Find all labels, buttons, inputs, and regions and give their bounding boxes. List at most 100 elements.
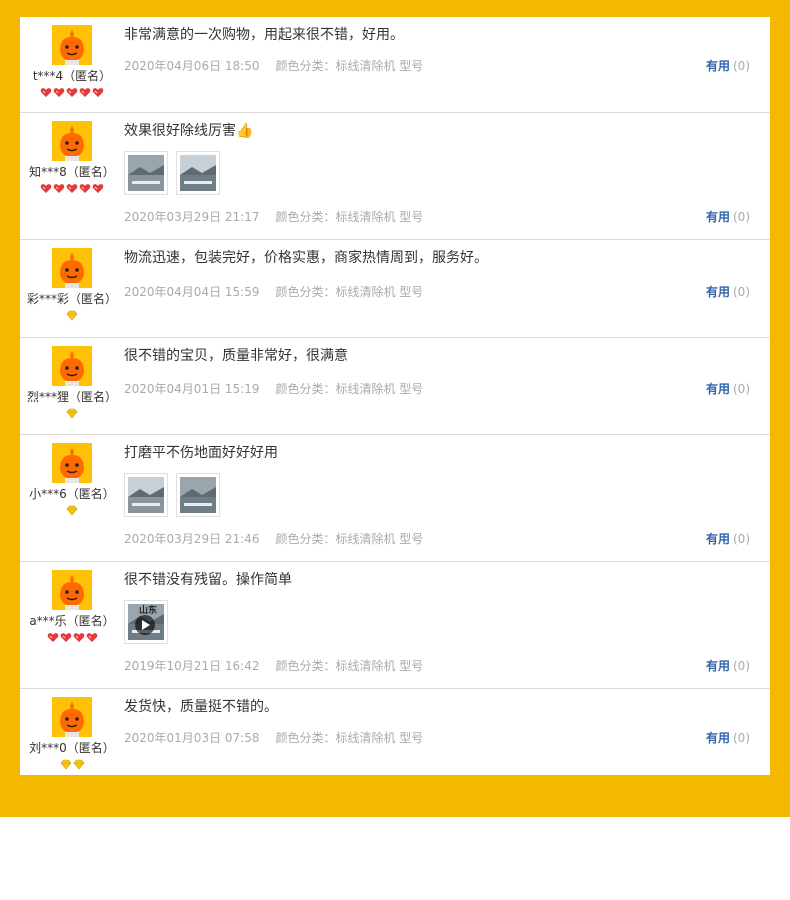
review-content: 非常满意的一次购物，用起来很不错，好用。: [124, 25, 750, 45]
avatar-icon: [52, 248, 92, 288]
review-sku: 颜色分类：标线清除机 型号: [275, 59, 424, 73]
useful-count: (0): [733, 659, 750, 673]
useful-button[interactable]: 有用 (0): [706, 729, 750, 746]
reviewer: 烈***狸（匿名）: [20, 346, 124, 420]
review-sku: 颜色分类：标线清除机 型号: [275, 659, 424, 673]
red-heart-icon: [60, 632, 72, 643]
reviewer-name: 彩***彩（匿名）: [26, 292, 117, 306]
review-item: 知***8（匿名） 效果很好除线厉害👍 2020年03月29日 21:17 颜色分类：…: [20, 113, 770, 240]
review-meta: 2020年04月06日 18:50 颜色分类：标线清除机 型号: [124, 57, 423, 74]
avatar-icon: [52, 697, 92, 737]
avatar[interactable]: [52, 443, 92, 483]
useful-button[interactable]: 有用 (0): [706, 530, 750, 547]
useful-button[interactable]: 有用 (0): [706, 283, 750, 300]
review-date: 2020年01月03日 07:58: [124, 731, 260, 745]
reviewer-name: 烈***狸（匿名）: [26, 390, 117, 404]
red-heart-icon: [53, 183, 65, 194]
review-date: 2020年03月29日 21:17: [124, 210, 260, 224]
avatar[interactable]: [52, 697, 92, 737]
useful-label: 有用: [705, 532, 730, 546]
red-heart-icon: [79, 87, 91, 98]
reviewer-name: 知***8（匿名）: [29, 165, 115, 179]
review-text: 打磨平不伤地面好好好用: [124, 445, 278, 461]
avatar[interactable]: [52, 346, 92, 386]
video-tag: 山东: [139, 606, 158, 616]
red-heart-icon: [47, 632, 59, 643]
avatar[interactable]: [52, 121, 92, 161]
useful-label: 有用: [705, 285, 730, 299]
useful-count: (0): [733, 210, 750, 224]
reviewer-level: [20, 183, 124, 195]
red-heart-icon: [92, 183, 104, 194]
review-photo-thumb[interactable]: [124, 151, 168, 195]
review-content: 发货快，质量挺不错的。: [124, 697, 750, 717]
review-sku: 颜色分类：标线清除机 型号: [275, 210, 424, 224]
yellow-diamond-icon: [73, 759, 85, 770]
review-photo-thumb[interactable]: [176, 473, 220, 517]
review-meta: 2020年04月01日 15:19 颜色分类：标线清除机 型号: [124, 380, 423, 397]
yellow-diamond-icon: [66, 408, 78, 419]
useful-count: (0): [733, 59, 750, 73]
review-date: 2020年04月06日 18:50: [124, 59, 260, 73]
review-meta: 2020年04月04日 15:59 颜色分类：标线清除机 型号: [124, 283, 423, 300]
reviewer-name: 小***6（匿名）: [29, 487, 115, 501]
avatar-icon: [52, 570, 92, 610]
red-heart-icon: [92, 87, 104, 98]
reviewer-level: [20, 759, 124, 771]
reviewer-name: t***4（匿名）: [32, 69, 112, 83]
reviewer: 小***6（匿名）: [20, 443, 124, 517]
useful-count: (0): [733, 532, 750, 546]
play-icon[interactable]: [135, 615, 155, 635]
review-sku: 颜色分类：标线清除机 型号: [275, 285, 424, 299]
reviewer-level: [20, 310, 124, 322]
red-heart-icon: [40, 87, 52, 98]
review-photos: 山东: [124, 600, 750, 646]
reviewer-level: [20, 408, 124, 420]
review-photos: [124, 151, 750, 197]
review-text: 效果很好除线厉害👍: [124, 123, 254, 139]
useful-label: 有用: [705, 382, 730, 396]
useful-button[interactable]: 有用 (0): [706, 208, 750, 225]
avatar-icon: [52, 443, 92, 483]
reviewer-level: [20, 632, 124, 644]
review-date: 2020年03月29日 21:46: [124, 532, 260, 546]
review-frame: t***4（匿名） 非常满意的一次购物，用起来很不错，好用。 2020年04月06日…: [0, 0, 790, 817]
review-photo-thumb[interactable]: [124, 473, 168, 517]
useful-count: (0): [733, 285, 750, 299]
reviewer: 彩***彩（匿名）: [20, 248, 124, 322]
useful-label: 有用: [705, 210, 730, 224]
review-text: 很不错的宝贝，质量非常好，很满意: [124, 348, 348, 364]
avatar-icon: [52, 346, 92, 386]
reviewer: 刘***0（匿名）: [20, 697, 124, 771]
review-text: 发货快，质量挺不错的。: [124, 699, 278, 715]
useful-button[interactable]: 有用 (0): [706, 657, 750, 674]
reviewer-level: [20, 87, 124, 99]
review-photos: [124, 473, 750, 519]
yellow-diamond-icon: [66, 505, 78, 516]
review-meta: 2019年10月21日 16:42 颜色分类：标线清除机 型号: [124, 657, 423, 674]
useful-button[interactable]: 有用 (0): [706, 57, 750, 74]
review-sku: 颜色分类：标线清除机 型号: [275, 532, 424, 546]
review-meta: 2020年03月29日 21:17 颜色分类：标线清除机 型号: [124, 208, 423, 225]
review-content: 物流迅速，包装完好，价格实惠，商家热情周到，服务好。: [124, 248, 750, 268]
useful-button[interactable]: 有用 (0): [706, 380, 750, 397]
review-content: 效果很好除线厉害👍: [124, 121, 750, 197]
review-date: 2020年04月01日 15:19: [124, 382, 260, 396]
reviewer: a***乐（匿名）: [20, 570, 124, 644]
review-content: 很不错的宝贝，质量非常好，很满意: [124, 346, 750, 366]
avatar[interactable]: [52, 25, 92, 65]
review-item: 彩***彩（匿名） 物流迅速，包装完好，价格实惠，商家热情周到，服务好。 2020年…: [20, 240, 770, 338]
avatar[interactable]: [52, 570, 92, 610]
review-text: 很不错没有残留。操作简单: [124, 572, 292, 588]
avatar[interactable]: [52, 248, 92, 288]
review-video-thumb[interactable]: 山东: [124, 600, 168, 644]
avatar-icon: [52, 121, 92, 161]
red-heart-icon: [79, 183, 91, 194]
useful-label: 有用: [705, 659, 730, 673]
review-item: 刘***0（匿名） 发货快，质量挺不错的。 2020年01月03日 07:58 颜色分…: [20, 689, 770, 775]
review-photo-thumb[interactable]: [176, 151, 220, 195]
reviewer: t***4（匿名）: [20, 25, 124, 99]
review-item: a***乐（匿名） 很不错没有残留。操作简单山东 2019年10月21日 16:42…: [20, 562, 770, 689]
review-item: 烈***狸（匿名） 很不错的宝贝，质量非常好，很满意 2020年04月01日 15:…: [20, 338, 770, 435]
review-date: 2020年04月04日 15:59: [124, 285, 260, 299]
